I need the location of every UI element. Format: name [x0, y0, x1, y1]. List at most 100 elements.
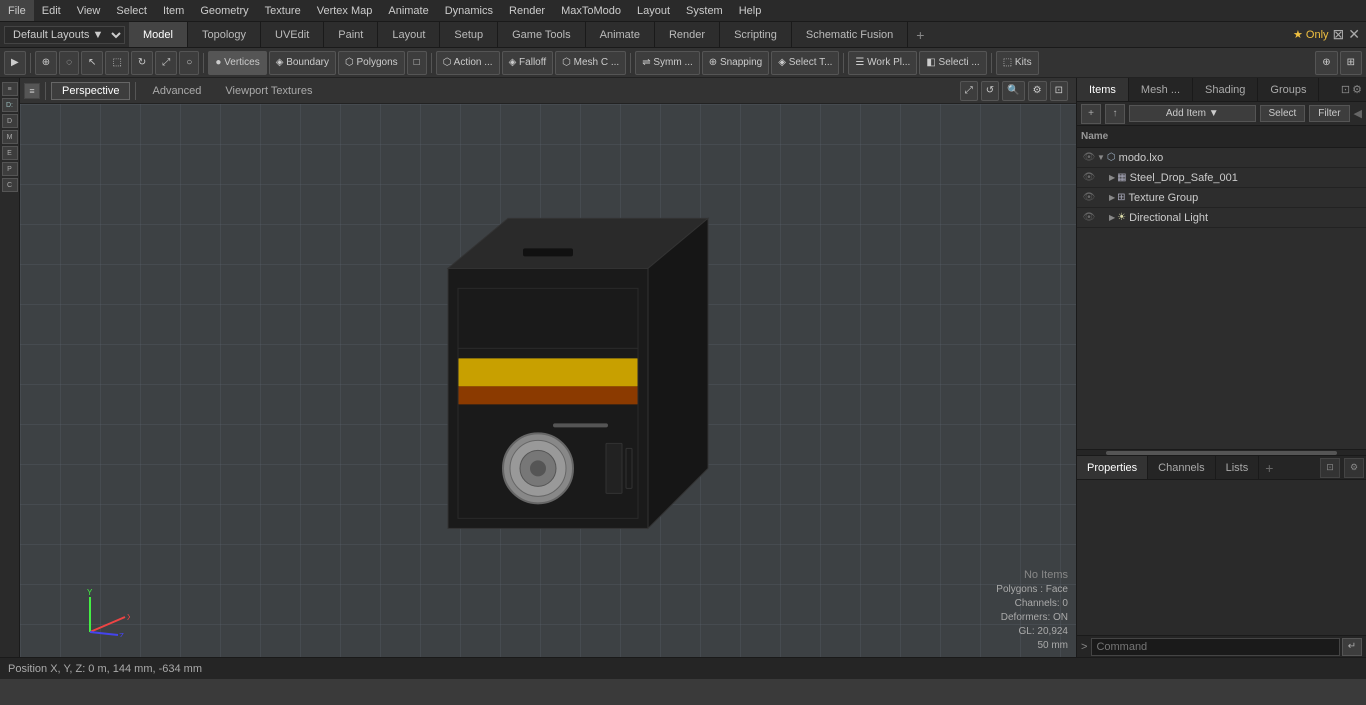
toolbar-toggle[interactable]: ▶	[4, 51, 26, 75]
toolbar-globe[interactable]: ⊕	[35, 51, 57, 75]
viewport[interactable]: X Y Z No Items Polygons : Face Channels:…	[20, 104, 1076, 657]
toolbar-selecti[interactable]: ◧ Selecti ...	[919, 51, 986, 75]
vp-expand[interactable]: ⊡	[1050, 81, 1068, 101]
layout-select[interactable]: Default Layouts ▼	[4, 26, 125, 44]
toolbar-symm[interactable]: ⇌ Symm ...	[635, 51, 700, 75]
tab-bar-close[interactable]: ✕	[1348, 26, 1360, 43]
panel-tab-groups[interactable]: Groups	[1258, 78, 1319, 101]
menu-edit[interactable]: Edit	[34, 0, 69, 21]
panel-tab-mesh[interactable]: Mesh ...	[1129, 78, 1193, 101]
vp-reset[interactable]: ↺	[981, 81, 999, 101]
toolbar-lasso[interactable]: ◌	[59, 51, 79, 75]
items-icon-2[interactable]: ↑	[1105, 104, 1125, 124]
toolbar-workpl[interactable]: ☰ Work Pl...	[848, 51, 917, 75]
tab-topology[interactable]: Topology	[188, 22, 261, 47]
menu-view[interactable]: View	[69, 0, 109, 21]
toolbar-vertices[interactable]: ● Vertices	[208, 51, 266, 75]
tab-add-button[interactable]: +	[908, 27, 932, 43]
menu-system[interactable]: System	[678, 0, 731, 21]
sidebar-icon-c[interactable]: C	[2, 178, 18, 192]
menu-render[interactable]: Render	[501, 0, 553, 21]
item-row-texture[interactable]: 👁 ▶ ⊞ Texture Group	[1077, 188, 1366, 208]
toolbar-select[interactable]: ↖	[81, 51, 103, 75]
sub-tab-advanced[interactable]: Advanced	[141, 82, 212, 100]
toolbar-vr2[interactable]: ⊞	[1340, 51, 1362, 75]
cmd-run-button[interactable]: ↵	[1342, 638, 1362, 656]
vp-fit[interactable]: ⤢	[960, 81, 978, 101]
toolbar-snapping[interactable]: ⊕ Snapping	[702, 51, 769, 75]
sidebar-icon-e[interactable]: E	[2, 146, 18, 160]
add-item-button[interactable]: Add Item ▼	[1129, 105, 1256, 122]
item-vis-steel[interactable]: 👁	[1081, 170, 1097, 186]
menu-layout[interactable]: Layout	[629, 0, 678, 21]
tab-bar-maximize[interactable]: ⊠	[1333, 26, 1345, 43]
sidebar-icon-dup[interactable]: D	[2, 114, 18, 128]
sidebar-icon-2[interactable]: D:	[2, 98, 18, 112]
menu-animate[interactable]: Animate	[380, 0, 436, 21]
toolbar-polygons[interactable]: ⬡ Polygons	[338, 51, 405, 75]
tab-scripting[interactable]: Scripting	[720, 22, 792, 47]
filter-button[interactable]: Filter	[1309, 105, 1349, 122]
tab-model[interactable]: Model	[129, 22, 188, 47]
command-input[interactable]	[1091, 638, 1340, 656]
main-area: ≡ D: D M E P C ≡ Perspective Advanced Vi…	[0, 78, 1366, 657]
tab-gametools[interactable]: Game Tools	[498, 22, 586, 47]
sidebar-icon-mesh[interactable]: M	[2, 130, 18, 144]
sub-tab-vptex[interactable]: Viewport Textures	[214, 82, 323, 100]
tab-layout[interactable]: Layout	[378, 22, 440, 47]
panel-collapse[interactable]: ⊡	[1341, 83, 1350, 96]
select-button[interactable]: Select	[1260, 105, 1306, 122]
toolbar-mesh[interactable]: ⬡ Mesh C ...	[555, 51, 626, 75]
item-row-steel[interactable]: 👁 ▶ ▦ Steel_Drop_Safe_001	[1077, 168, 1366, 188]
toolbar-rotate[interactable]: ↻	[131, 51, 153, 75]
prop-tab-add[interactable]: +	[1259, 460, 1279, 476]
vp-settings[interactable]: ⚙	[1028, 81, 1047, 101]
tab-schematic[interactable]: Schematic Fusion	[792, 22, 908, 47]
item-row-modo[interactable]: 👁 ▼ ⬡ modo.lxo	[1077, 148, 1366, 168]
toolbar-kits[interactable]: ⬚ Kits	[996, 51, 1039, 75]
menu-dynamics[interactable]: Dynamics	[437, 0, 501, 21]
menu-file[interactable]: File	[0, 0, 34, 21]
sidebar-icon-1[interactable]: ≡	[2, 82, 18, 96]
toolbar-selectt[interactable]: ◈ Select T...	[771, 51, 839, 75]
viewport-menu-icon[interactable]: ≡	[24, 83, 40, 99]
toolbar-falloff[interactable]: ◈ Falloff	[502, 51, 554, 75]
vp-search[interactable]: 🔍	[1002, 81, 1024, 101]
items-icon-1[interactable]: +	[1081, 104, 1101, 124]
toolbar-boundary[interactable]: ◈ Boundary	[269, 51, 336, 75]
menu-vertexmap[interactable]: Vertex Map	[309, 0, 381, 21]
prop-tab-lists[interactable]: Lists	[1216, 456, 1260, 479]
item-vis-dirlight[interactable]: 👁	[1081, 210, 1097, 226]
sidebar-icon-pol[interactable]: P	[2, 162, 18, 176]
menu-item[interactable]: Item	[155, 0, 192, 21]
prop-tab-properties[interactable]: Properties	[1077, 456, 1148, 479]
toolbar-extra[interactable]: □	[407, 51, 427, 75]
sub-tab-perspective[interactable]: Perspective	[51, 82, 130, 100]
panel-tab-items[interactable]: Items	[1077, 78, 1129, 101]
prop-collapse[interactable]: ⊡	[1320, 458, 1340, 478]
item-row-dirlight[interactable]: 👁 ▶ ☀ Directional Light	[1077, 208, 1366, 228]
menu-texture[interactable]: Texture	[257, 0, 309, 21]
toolbar-vr[interactable]: ⊕	[1315, 51, 1337, 75]
tab-animate[interactable]: Animate	[586, 22, 655, 47]
tab-render[interactable]: Render	[655, 22, 720, 47]
menu-select[interactable]: Select	[108, 0, 155, 21]
panel-tab-shading[interactable]: Shading	[1193, 78, 1258, 101]
toolbar-action[interactable]: ⬡ Action ...	[436, 51, 500, 75]
menu-geometry[interactable]: Geometry	[192, 0, 256, 21]
menu-maxtomodo[interactable]: MaxToModo	[553, 0, 629, 21]
toolbar-scale[interactable]: ⤢	[155, 51, 177, 75]
prop-settings[interactable]: ⚙	[1344, 458, 1364, 478]
item-vis-texture[interactable]: 👁	[1081, 190, 1097, 206]
menu-help[interactable]: Help	[731, 0, 770, 21]
items-list-header: Name	[1077, 126, 1366, 148]
toolbar-circle[interactable]: ○	[179, 51, 199, 75]
panel-options[interactable]: ⚙	[1352, 83, 1362, 96]
tab-paint[interactable]: Paint	[324, 22, 378, 47]
item-vis-modo[interactable]: 👁	[1081, 150, 1097, 166]
tab-setup[interactable]: Setup	[440, 22, 498, 47]
toolbar-move[interactable]: ⬚	[105, 51, 128, 75]
prop-tab-channels[interactable]: Channels	[1148, 456, 1215, 479]
panel-arrow-left[interactable]: ◀	[1354, 107, 1362, 120]
tab-uvedit[interactable]: UVEdit	[261, 22, 324, 47]
